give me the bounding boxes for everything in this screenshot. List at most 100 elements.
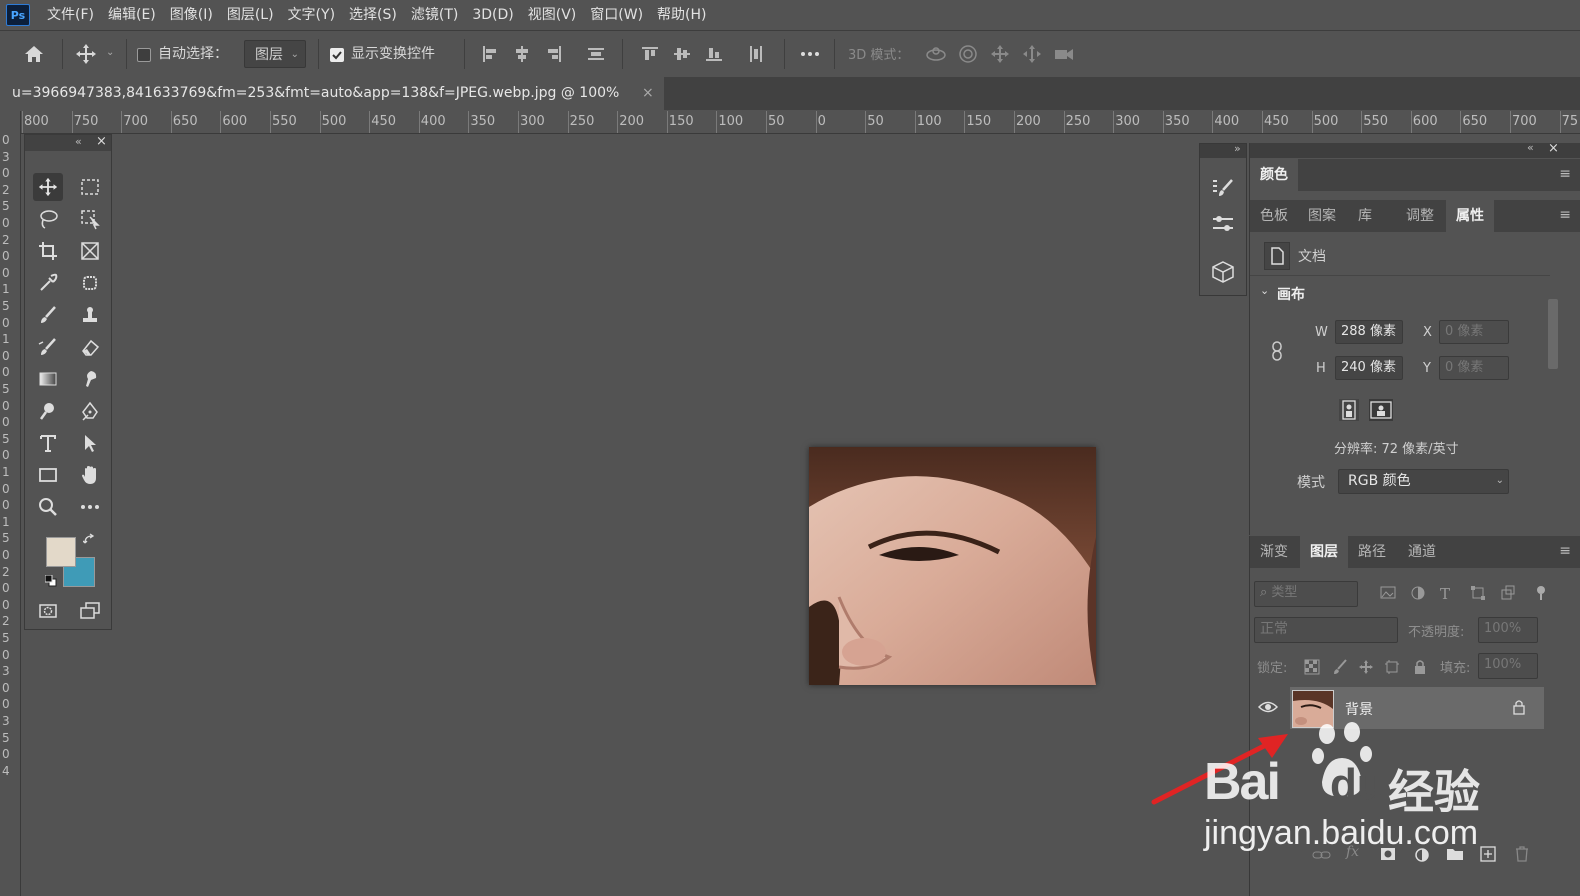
new-group-folder-icon[interactable] <box>1446 847 1464 861</box>
distribute-vertical-icon[interactable] <box>584 42 608 66</box>
tab-paths[interactable]: 路径 <box>1348 536 1396 568</box>
history-brush-tool-icon[interactable] <box>33 333 63 361</box>
roll-3d-icon[interactable] <box>956 42 980 66</box>
brush-tool-icon[interactable] <box>33 301 63 329</box>
swap-colors-icon[interactable] <box>83 533 97 547</box>
shape-filter-icon[interactable] <box>1470 585 1486 601</box>
path-selection-tool-icon[interactable] <box>75 429 105 457</box>
link-icon[interactable] <box>1270 340 1284 362</box>
tab-gradients[interactable]: 渐变 <box>1250 536 1298 568</box>
object-selection-tool-icon[interactable] <box>75 205 105 233</box>
smart-object-filter-icon[interactable] <box>1500 585 1516 601</box>
show-transform-checkbox[interactable] <box>330 48 344 62</box>
rectangle-tool-icon[interactable] <box>33 461 63 489</box>
frame-tool-icon[interactable] <box>75 237 105 265</box>
properties-scrollbar[interactable] <box>1546 283 1560 493</box>
new-adjustment-layer-icon[interactable] <box>1414 847 1430 863</box>
align-right-icon[interactable] <box>542 42 566 66</box>
3d-cube-icon[interactable] <box>1210 260 1236 284</box>
distribute-horizontal-icon[interactable] <box>744 42 768 66</box>
lasso-tool-icon[interactable] <box>33 205 63 233</box>
close-icon[interactable]: × <box>642 77 654 109</box>
lock-all-icon[interactable] <box>1412 659 1428 675</box>
menu-filter[interactable]: 滤镜(T) <box>404 0 465 30</box>
home-icon[interactable] <box>22 42 46 66</box>
align-center-h-icon[interactable] <box>510 42 534 66</box>
eyedropper-tool-icon[interactable] <box>33 269 63 297</box>
portrait-orientation-icon[interactable] <box>1339 399 1359 421</box>
type-filter-icon[interactable]: T <box>1440 585 1450 603</box>
adjustment-filter-icon[interactable] <box>1410 585 1426 601</box>
healing-brush-tool-icon[interactable] <box>75 269 105 297</box>
fill-field[interactable]: 100% <box>1478 653 1538 679</box>
close-icon[interactable]: × <box>96 134 107 149</box>
adjustments-sliders-icon[interactable] <box>1210 212 1236 236</box>
pan-3d-icon[interactable] <box>988 42 1012 66</box>
horizontal-ruler[interactable]: 800 750 700 650 600 550 500 450 400 350 300 250 200 1… <box>20 111 1580 134</box>
gradient-tool-icon[interactable] <box>33 365 63 393</box>
layer-row-background[interactable]: 背景 <box>1290 687 1544 729</box>
tab-channels[interactable]: 通道 <box>1398 536 1446 568</box>
tab-adjustments[interactable]: 调整 <box>1396 200 1444 232</box>
orbit-3d-icon[interactable] <box>924 42 948 66</box>
menu-help[interactable]: 帮助(H) <box>650 0 713 30</box>
panel-group-header[interactable]: « × <box>1250 141 1580 158</box>
tools-panel-header[interactable]: « × <box>25 134 111 151</box>
align-left-icon[interactable] <box>478 42 502 66</box>
menu-image[interactable]: 图像(I) <box>163 0 220 30</box>
auto-select-target-dropdown[interactable]: 图层 ⌄ <box>244 40 306 68</box>
clone-stamp-tool-icon[interactable] <box>75 301 105 329</box>
tab-layers[interactable]: 图层 <box>1300 536 1348 568</box>
menu-layer[interactable]: 图层(L) <box>220 0 281 30</box>
blend-mode-dropdown[interactable]: 正常 <box>1254 617 1398 643</box>
lock-artboard-icon[interactable] <box>1384 659 1400 675</box>
eraser-tool-icon[interactable] <box>75 333 105 361</box>
opacity-field[interactable]: 100% <box>1478 617 1538 643</box>
layer-filter-dropdown[interactable]: ⌕ 类型 <box>1254 581 1358 607</box>
tab-swatches[interactable]: 色板 <box>1250 200 1298 232</box>
y-field[interactable]: 0 像素 <box>1439 356 1509 380</box>
menu-edit[interactable]: 编辑(E) <box>101 0 163 30</box>
color-mode-dropdown[interactable]: RGB 颜色 ⌄ <box>1338 469 1509 494</box>
delete-layer-trash-icon[interactable] <box>1514 846 1530 862</box>
move-tool-preset-icon[interactable] <box>74 42 98 66</box>
eye-visibility-icon[interactable] <box>1258 699 1278 715</box>
auto-select-checkbox[interactable] <box>137 48 151 62</box>
dodge-tool-icon[interactable] <box>33 397 63 425</box>
expand-icon[interactable]: » <box>1234 142 1241 155</box>
slide-3d-icon[interactable] <box>1020 42 1044 66</box>
menu-3d[interactable]: 3D(D) <box>465 0 520 30</box>
align-top-icon[interactable] <box>638 42 662 66</box>
layer-style-fx-icon[interactable]: fx <box>1346 844 1359 860</box>
brush-settings-icon[interactable] <box>1210 176 1236 200</box>
menu-window[interactable]: 窗口(W) <box>583 0 650 30</box>
vertical-ruler[interactable]: 030250200150100500501001502002503003504 <box>0 111 21 896</box>
align-bottom-icon[interactable] <box>702 42 726 66</box>
x-field[interactable]: 0 像素 <box>1439 320 1509 344</box>
panel-menu-icon[interactable]: ≡ <box>1559 543 1571 559</box>
more-options-icon[interactable] <box>798 42 822 66</box>
add-mask-icon[interactable] <box>1380 847 1396 861</box>
pen-tool-icon[interactable] <box>75 397 105 425</box>
quick-mask-icon[interactable] <box>33 597 63 625</box>
link-layers-icon[interactable] <box>1312 848 1332 862</box>
close-icon[interactable]: × <box>1548 141 1559 156</box>
menu-view[interactable]: 视图(V) <box>521 0 584 30</box>
edit-toolbar-icon[interactable] <box>75 493 105 521</box>
new-layer-icon[interactable] <box>1480 846 1496 862</box>
screen-mode-icon[interactable] <box>75 597 105 625</box>
height-field[interactable]: 240 像素 <box>1335 356 1403 380</box>
document-tab[interactable]: u=3966947383,841633769&fm=253&fmt=auto&a… <box>0 77 664 133</box>
smudge-tool-icon[interactable] <box>75 365 105 393</box>
foreground-color-swatch[interactable] <box>46 537 76 567</box>
panel-menu-icon[interactable]: ≡ <box>1559 207 1571 223</box>
lock-transparent-pixels-icon[interactable] <box>1304 659 1320 675</box>
menu-select[interactable]: 选择(S) <box>342 0 404 30</box>
zoom-tool-icon[interactable] <box>33 493 63 521</box>
collapse-icon[interactable]: « <box>1527 141 1534 154</box>
scale-3d-camera-icon[interactable] <box>1052 42 1076 66</box>
panel-strip-header[interactable]: » <box>1200 142 1246 158</box>
move-tool-icon[interactable] <box>33 173 63 201</box>
width-field[interactable]: 288 像素 <box>1335 320 1403 344</box>
filter-toggle-icon[interactable] <box>1535 585 1547 601</box>
